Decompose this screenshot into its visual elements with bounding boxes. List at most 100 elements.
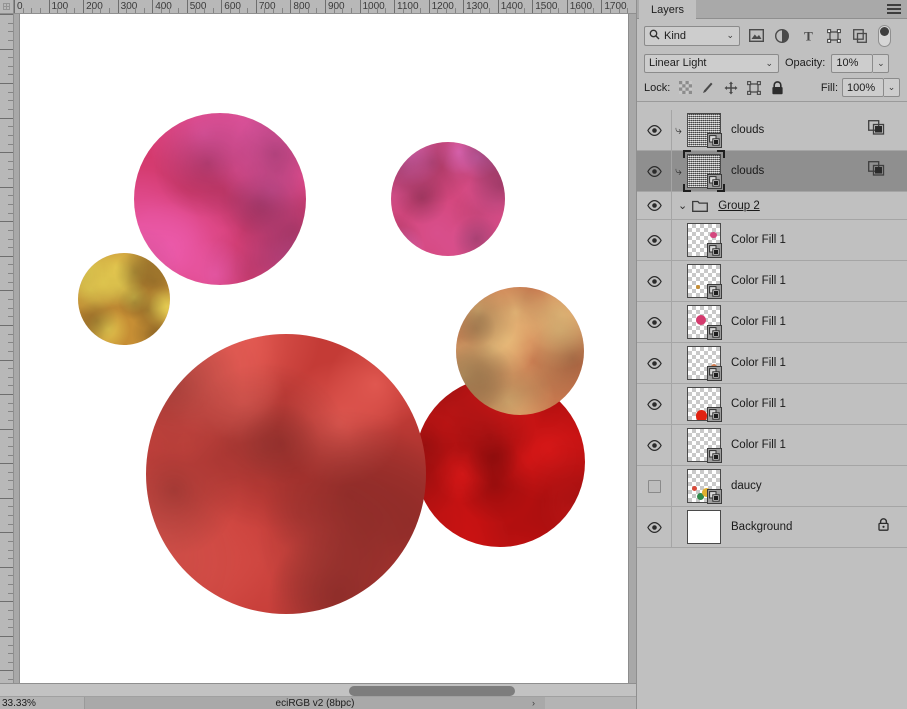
layer-visibility-toggle[interactable]: [637, 192, 672, 219]
fill-input[interactable]: 100%: [842, 78, 884, 97]
lock-artboard-icon[interactable]: [746, 80, 762, 96]
blend-mode-select[interactable]: Linear Light ⌄: [644, 53, 779, 73]
tab-layers[interactable]: Layers: [639, 0, 697, 19]
ruler-tick: [0, 255, 13, 257]
layer-name[interactable]: Color Fill 1: [731, 316, 786, 328]
layer-name[interactable]: Group 2: [718, 200, 760, 212]
layer-row[interactable]: Color Fill 1: [637, 261, 907, 302]
layer-row[interactable]: ⤷ clouds: [637, 150, 907, 192]
opacity-input[interactable]: 10%: [831, 53, 874, 73]
ruler-tick: [0, 359, 13, 361]
layer-row[interactable]: ⤷ clouds: [637, 110, 907, 151]
adjustment-filter-icon[interactable]: [772, 26, 792, 46]
layer-name[interactable]: Color Fill 1: [731, 439, 786, 451]
layer-thumbnail[interactable]: [687, 469, 722, 504]
layer-row[interactable]: Color Fill 1: [637, 302, 907, 343]
layer-visibility-toggle[interactable]: [637, 151, 672, 191]
image-filter-icon[interactable]: [746, 26, 766, 46]
layer-thumbnail[interactable]: [687, 346, 722, 381]
tab-layers-label: Layers: [651, 3, 685, 16]
layer-name[interactable]: Color Fill 1: [731, 398, 786, 410]
smart-object-link-icon[interactable]: [868, 120, 885, 140]
panel-tab-bar: Layers: [637, 0, 907, 19]
layer-thumbnail[interactable]: [687, 510, 721, 544]
layer-thumbnail[interactable]: [687, 305, 722, 340]
pink-large-circle[interactable]: [134, 113, 306, 285]
cloud-texture-dark: [146, 334, 426, 614]
thumbnail-image: [687, 510, 721, 544]
layer-visibility-toggle[interactable]: [637, 261, 672, 301]
ruler-tick: [0, 290, 13, 292]
filter-kind-select[interactable]: Kind ⌄: [644, 25, 740, 46]
smart-object-filter-icon[interactable]: [850, 26, 870, 46]
layer-row[interactable]: ⌄ Group 2: [637, 192, 907, 220]
pink-small-circle[interactable]: [391, 142, 505, 256]
layer-name[interactable]: Color Fill 1: [731, 275, 786, 287]
layer-name[interactable]: clouds: [731, 165, 764, 177]
layer-name[interactable]: Color Fill 1: [731, 357, 786, 369]
zoom-level-field[interactable]: 33.33%: [0, 697, 84, 709]
type-filter-icon[interactable]: T: [798, 26, 818, 46]
layer-row[interactable]: Color Fill 1: [637, 384, 907, 425]
chevron-down-icon[interactable]: ⌄: [726, 30, 734, 41]
lock-transparency-icon[interactable]: [677, 80, 693, 96]
color-profile-field[interactable]: eciRGB v2 (8bpc) ›: [85, 697, 545, 709]
artboard[interactable]: [20, 14, 628, 683]
red-large-circle[interactable]: [146, 334, 426, 614]
layer-visibility-toggle[interactable]: [637, 110, 672, 150]
layer-thumbnail[interactable]: [687, 428, 722, 463]
opacity-stepper-icon[interactable]: ⌄: [873, 53, 890, 73]
layer-row[interactable]: Color Fill 1: [637, 343, 907, 384]
layer-visibility-toggle[interactable]: [637, 507, 672, 547]
menu-line: [887, 4, 901, 6]
eye-icon: [646, 398, 662, 410]
chevron-down-icon[interactable]: ⌄: [765, 58, 773, 69]
canvas-viewport[interactable]: [14, 14, 636, 683]
layer-visibility-toggle[interactable]: [637, 343, 672, 383]
layer-name[interactable]: daucy: [731, 480, 762, 492]
layer-thumbnail[interactable]: [687, 113, 722, 148]
shape-filter-icon[interactable]: [824, 26, 844, 46]
smart-object-badge-icon: [707, 284, 722, 299]
layer-row[interactable]: Color Fill 1: [637, 220, 907, 261]
cloud-texture-dark: [78, 253, 170, 345]
layer-row[interactable]: daucy: [637, 466, 907, 507]
horizontal-scrollbar-thumb[interactable]: [349, 686, 515, 696]
horizontal-scrollbar[interactable]: [0, 684, 636, 697]
layer-list[interactable]: ⤷ clouds ⤷ clouds ⌄ Group 2 Color Fill 1 Color …: [637, 110, 907, 709]
layer-visibility-toggle[interactable]: [637, 302, 672, 342]
layer-visibility-toggle[interactable]: [637, 466, 672, 506]
gold-circle[interactable]: [78, 253, 170, 345]
horizontal-ruler[interactable]: 0 100 200 300 400 500 600 700 800 900 1000 1100 1200…: [14, 0, 636, 14]
vertical-ruler[interactable]: [0, 14, 14, 683]
filter-enable-toggle[interactable]: [878, 24, 891, 47]
layer-thumbnail[interactable]: [683, 150, 725, 192]
fill-stepper-icon[interactable]: ⌄: [884, 78, 900, 97]
layer-row[interactable]: Color Fill 1: [637, 425, 907, 466]
group-expand-chevron-icon[interactable]: ⌄: [678, 199, 687, 212]
lock-image-icon[interactable]: [700, 80, 716, 96]
layer-row[interactable]: Background: [637, 507, 907, 548]
cloud-texture-dark: [134, 113, 306, 285]
layer-name[interactable]: Color Fill 1: [731, 234, 786, 246]
blend-mode-row: Linear Light ⌄ Opacity: 10% ⌄: [637, 51, 907, 77]
layer-visibility-toggle[interactable]: [637, 384, 672, 424]
lock-all-icon[interactable]: [769, 80, 785, 96]
ruler-corner[interactable]: [0, 0, 14, 14]
layer-thumbnail[interactable]: [687, 387, 722, 422]
eye-icon: [646, 357, 662, 369]
ruler-label: 1300: [466, 1, 489, 12]
layer-name[interactable]: clouds: [731, 124, 764, 136]
status-chevron-icon[interactable]: ›: [532, 697, 535, 709]
layer-thumbnail[interactable]: [687, 264, 722, 299]
terracotta-circle[interactable]: [456, 287, 584, 415]
lock-position-icon[interactable]: [723, 80, 739, 96]
layer-visibility-toggle[interactable]: [637, 425, 672, 465]
fill-group: Fill: 100% ⌄: [821, 78, 900, 97]
layer-thumbnail[interactable]: [687, 223, 722, 258]
smart-object-link-icon[interactable]: [868, 161, 885, 181]
svg-text:T: T: [804, 29, 813, 42]
layer-visibility-toggle[interactable]: [637, 220, 672, 260]
layer-name[interactable]: Background: [731, 521, 792, 533]
panel-menu-icon[interactable]: [887, 4, 901, 14]
